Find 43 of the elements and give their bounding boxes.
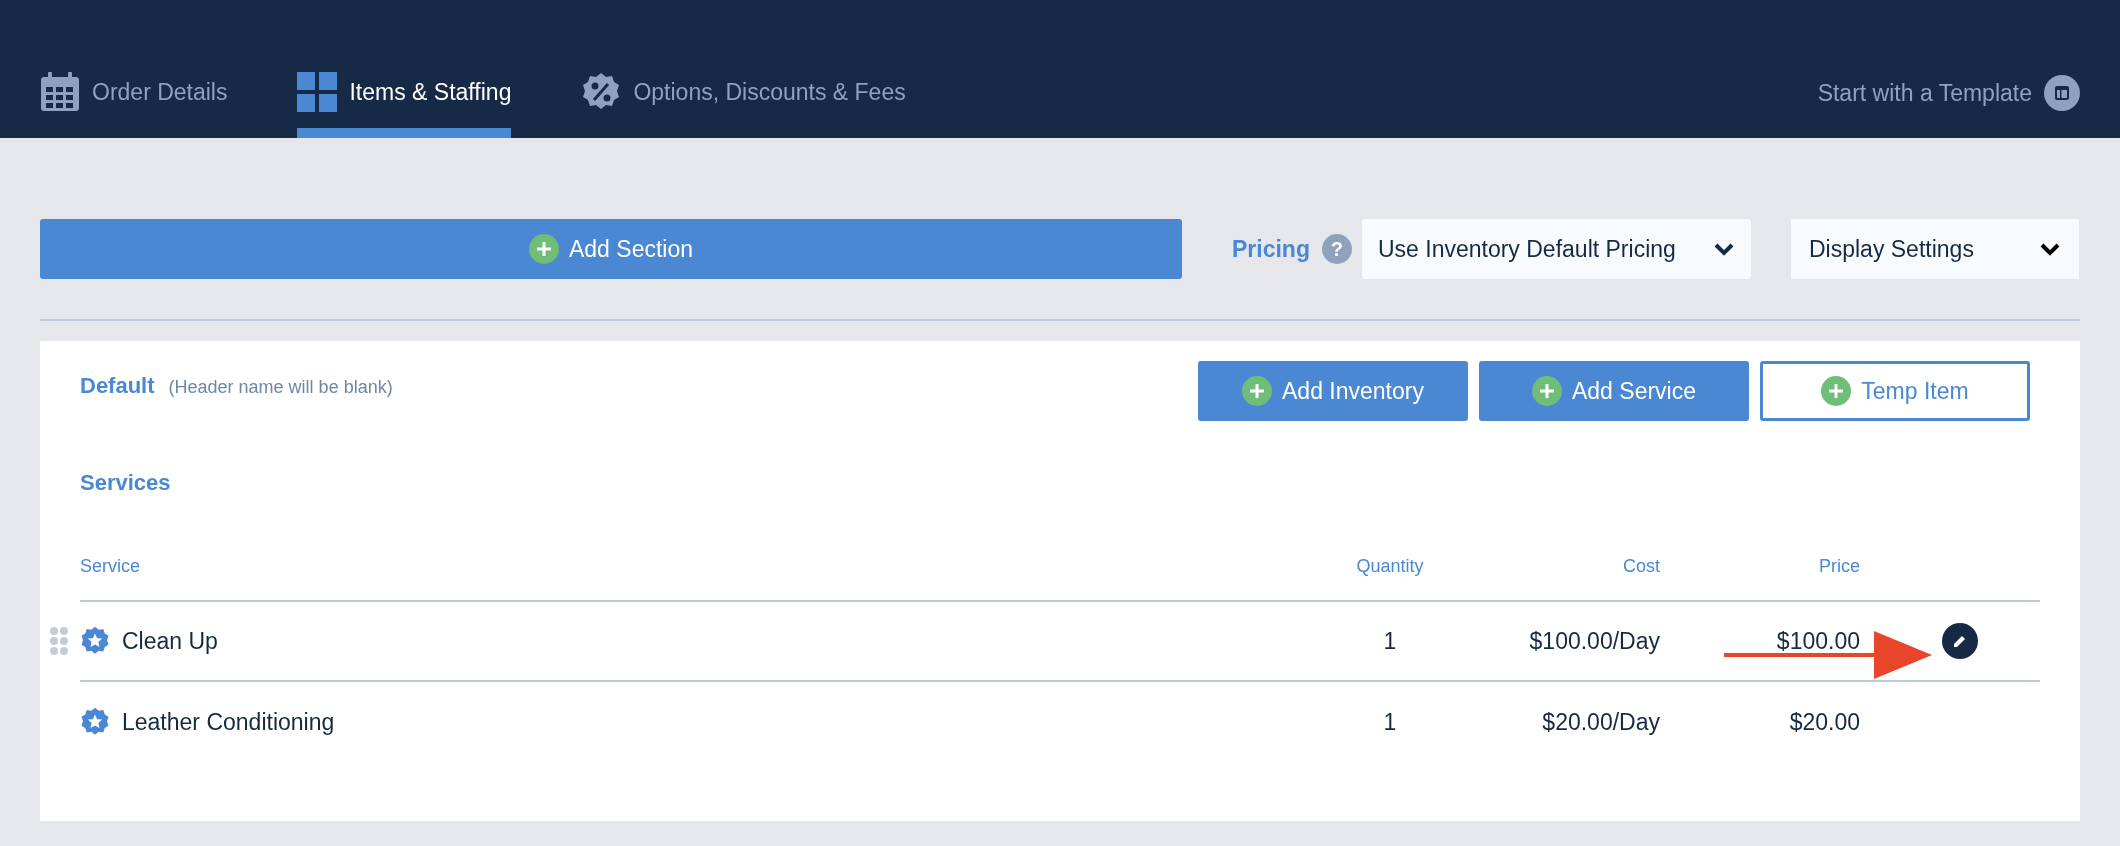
template-icon[interactable] (2044, 75, 2080, 111)
calendar-icon (40, 72, 80, 112)
plus-icon (1532, 376, 1562, 406)
table-row[interactable]: Clean Up 1 $100.00/Day $100.00 (80, 602, 2040, 682)
tab[interactable]: Order Details (40, 0, 228, 138)
quantity-cell-text: 1 (1383, 707, 1397, 737)
column-header: Cost (1623, 555, 1660, 578)
price-cell-text: $100.00 (1776, 626, 1860, 656)
grid-icon (297, 72, 338, 112)
tab[interactable]: Options, Discounts & Fees (581, 0, 906, 138)
pricing-label: Pricing (1232, 234, 1310, 264)
section-title: Default (80, 372, 155, 400)
plus-icon (1242, 376, 1273, 406)
table-row[interactable]: Leather Conditioning 1 $20.00/Day $20.00 (80, 682, 2040, 762)
display-settings-dropdown[interactable]: Display Settings (1790, 219, 2079, 279)
cost-cell-text: $20.00/Day (1542, 707, 1660, 737)
template-link[interactable]: Start with a Template (1817, 75, 2032, 111)
section-note: (Header name will be blank) (168, 376, 393, 399)
price-cell-text: $20.00 (1789, 707, 1860, 737)
pricing-dropdown[interactable]: Use Inventory Default Pricing (1361, 219, 1751, 279)
service-name: Clean Up (122, 626, 218, 656)
group-title: Services (80, 469, 172, 497)
edit-button[interactable] (1942, 623, 1978, 659)
add-section-button[interactable]: Add Section (40, 219, 1182, 279)
plus-icon (529, 234, 559, 264)
percent-badge-icon (581, 72, 622, 112)
chevron-down-icon (2038, 242, 2061, 256)
add-button[interactable]: Add Inventory (1198, 361, 1468, 421)
column-header: Quantity (1356, 555, 1424, 578)
column-header: Price (1819, 555, 1860, 578)
service-badge-icon (80, 707, 110, 737)
service-name: Leather Conditioning (122, 707, 335, 737)
tab[interactable]: Items & Staffing (297, 0, 512, 138)
pencil-icon (1952, 633, 1968, 649)
quantity-cell-text: 1 (1383, 626, 1397, 656)
drag-handle-icon[interactable] (50, 627, 68, 655)
add-button[interactable]: Add Service (1479, 361, 1749, 421)
cost-cell-text: $100.00/Day (1529, 626, 1660, 656)
column-header: Service (80, 555, 142, 578)
add-button[interactable]: Temp Item (1760, 361, 2030, 421)
plus-icon (1821, 376, 1852, 406)
chevron-down-icon (1712, 242, 1735, 256)
service-badge-icon (80, 626, 110, 656)
